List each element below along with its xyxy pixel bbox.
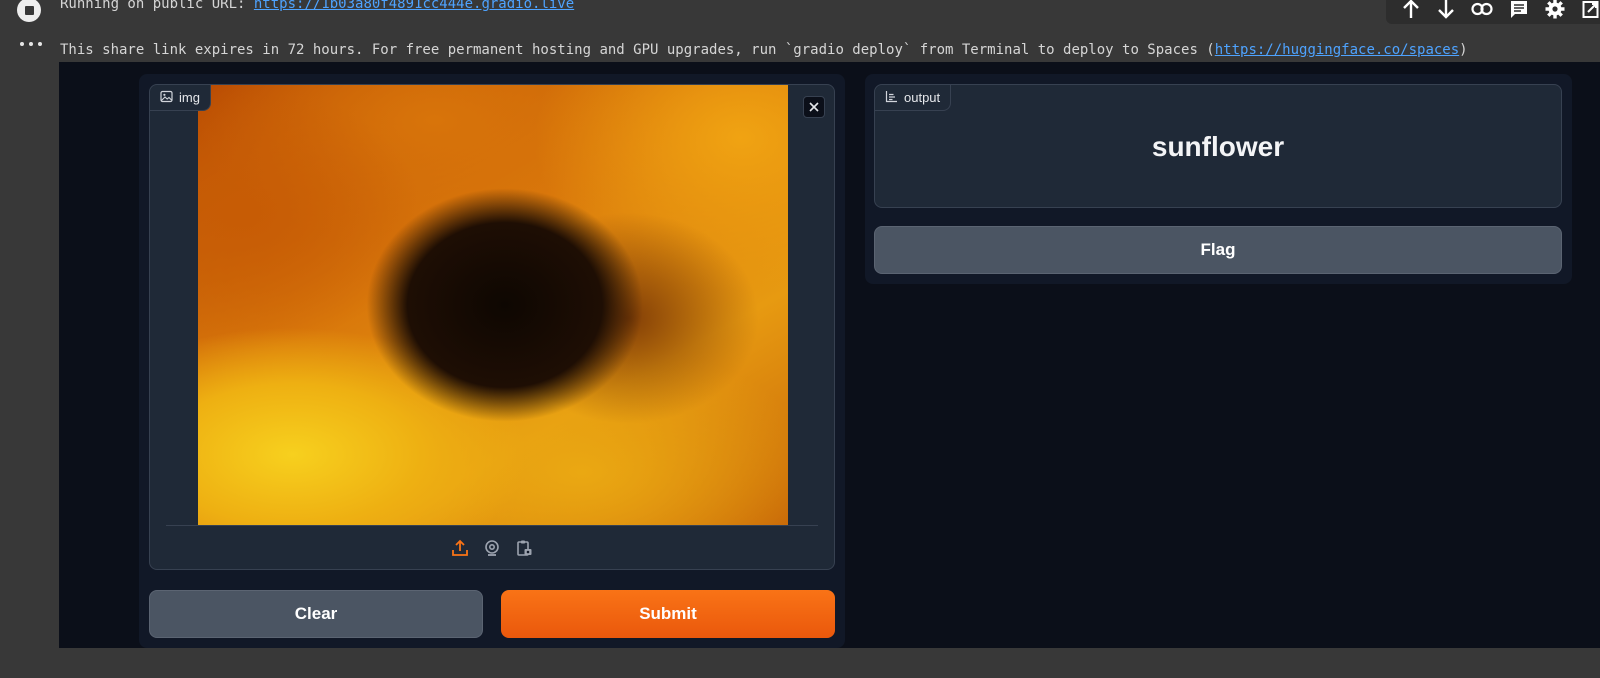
input-panel: img Clear Submit xyxy=(139,74,845,648)
image-input[interactable]: img xyxy=(149,84,835,570)
public-url-link[interactable]: https://1b03a80f4891cc444e.gradio.live xyxy=(254,0,574,12)
input-label-text: img xyxy=(179,90,200,105)
gradio-app: img Clear Submit output sunflower Flag xyxy=(59,62,1600,648)
webcam-icon[interactable] xyxy=(481,537,503,559)
upload-icon[interactable] xyxy=(449,537,471,559)
image-source-bar xyxy=(150,526,834,569)
submit-button[interactable]: Submit xyxy=(501,590,835,638)
run-cell-button[interactable] xyxy=(17,0,41,22)
link-icon[interactable] xyxy=(1471,0,1493,20)
cell-toolbar xyxy=(1386,0,1600,24)
image-icon xyxy=(160,90,173,106)
output-line-url: Running on public URL: https://1b03a80f4… xyxy=(60,0,574,13)
flag-button[interactable]: Flag xyxy=(874,226,1562,274)
bar-chart-icon xyxy=(885,90,898,106)
output-panel: output sunflower Flag xyxy=(865,74,1572,284)
output-text: Running on public URL: xyxy=(60,0,254,12)
arrow-down-icon[interactable] xyxy=(1437,0,1456,20)
clear-image-button[interactable] xyxy=(803,96,825,118)
colab-cell-output: Running on public URL: https://1b03a80f4… xyxy=(0,0,1600,678)
output-label-text: output xyxy=(904,90,941,105)
close-icon xyxy=(809,102,819,112)
output-text: ) xyxy=(1459,42,1468,58)
clipboard-icon[interactable] xyxy=(513,537,535,559)
output-line-share: This share link expires in 72 hours. For… xyxy=(60,41,1468,59)
more-options-icon[interactable] xyxy=(20,40,42,48)
output-text: This share link expires in 72 hours. For… xyxy=(60,42,1215,58)
stop-icon xyxy=(24,5,34,15)
open-external-icon[interactable] xyxy=(1581,0,1600,20)
comment-icon[interactable] xyxy=(1509,0,1529,20)
predicted-label: sunflower xyxy=(1151,131,1285,162)
input-block-label: img xyxy=(150,85,211,111)
sunflower-image xyxy=(198,85,788,525)
output-block-label: output xyxy=(875,85,952,111)
cell-footer xyxy=(0,648,1600,678)
gear-icon[interactable] xyxy=(1545,0,1565,20)
spaces-link[interactable]: https://huggingface.co/spaces xyxy=(1215,42,1459,58)
clear-button[interactable]: Clear xyxy=(149,590,483,638)
arrow-up-icon[interactable] xyxy=(1402,0,1421,20)
label-output: output sunflower xyxy=(874,84,1562,208)
